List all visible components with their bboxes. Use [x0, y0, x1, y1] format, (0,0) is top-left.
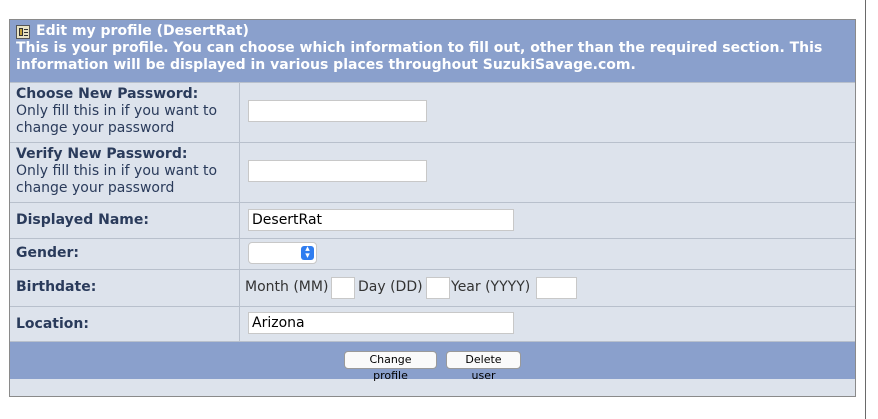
- birth-month-label: Month (MM): [245, 279, 329, 295]
- profile-header: Edit my profile (DesertRat) This is your…: [10, 20, 855, 82]
- profile-panel: Edit my profile (DesertRat) This is your…: [9, 19, 856, 397]
- birth-year-input[interactable]: [536, 277, 577, 299]
- new-password-hint: Only fill this in if you want to change …: [16, 103, 218, 136]
- row-verify-password: Verify New Password: Only fill this in i…: [10, 142, 855, 202]
- row-location: Location:: [10, 306, 855, 341]
- change-profile-button[interactable]: Change profile: [344, 351, 437, 382]
- new-password-input[interactable]: [248, 100, 427, 122]
- birth-year-label: Year (YYYY): [451, 279, 531, 295]
- verify-password-input[interactable]: [248, 160, 427, 182]
- displayed-name-label: Displayed Name:: [16, 212, 149, 228]
- row-gender: Gender: ▴ ▾: [10, 238, 855, 269]
- birth-day-input[interactable]: [426, 277, 450, 299]
- location-label: Location:: [16, 316, 89, 332]
- profile-book-icon: [16, 24, 30, 39]
- location-input[interactable]: [248, 312, 514, 334]
- birth-month-input[interactable]: [331, 277, 355, 299]
- birth-day-label: Day (DD): [358, 279, 423, 295]
- verify-password-label: Verify New Password:: [16, 146, 188, 162]
- form-actions-bar: Change profile Delete user: [10, 341, 855, 382]
- row-new-password: Choose New Password: Only fill this in i…: [10, 82, 855, 142]
- birthdate-label: Birthdate:: [16, 279, 97, 295]
- row-displayed-name: Displayed Name:: [10, 202, 855, 238]
- up-down-chevron-icon: ▴ ▾: [301, 245, 314, 261]
- profile-description: This is your profile. You can choose whi…: [16, 40, 823, 73]
- window-edge: [865, 0, 866, 419]
- gender-label: Gender:: [16, 245, 79, 261]
- new-password-label: Choose New Password:: [16, 86, 199, 102]
- verify-password-hint: Only fill this in if you want to change …: [16, 163, 218, 196]
- row-birthdate: Birthdate: Month (MM) Day (DD) Year (YYY…: [10, 269, 855, 306]
- delete-user-button[interactable]: Delete user: [446, 351, 521, 382]
- profile-title: Edit my profile (DesertRat): [36, 23, 249, 39]
- displayed-name-input[interactable]: [248, 209, 514, 231]
- gender-select[interactable]: ▴ ▾: [248, 242, 317, 264]
